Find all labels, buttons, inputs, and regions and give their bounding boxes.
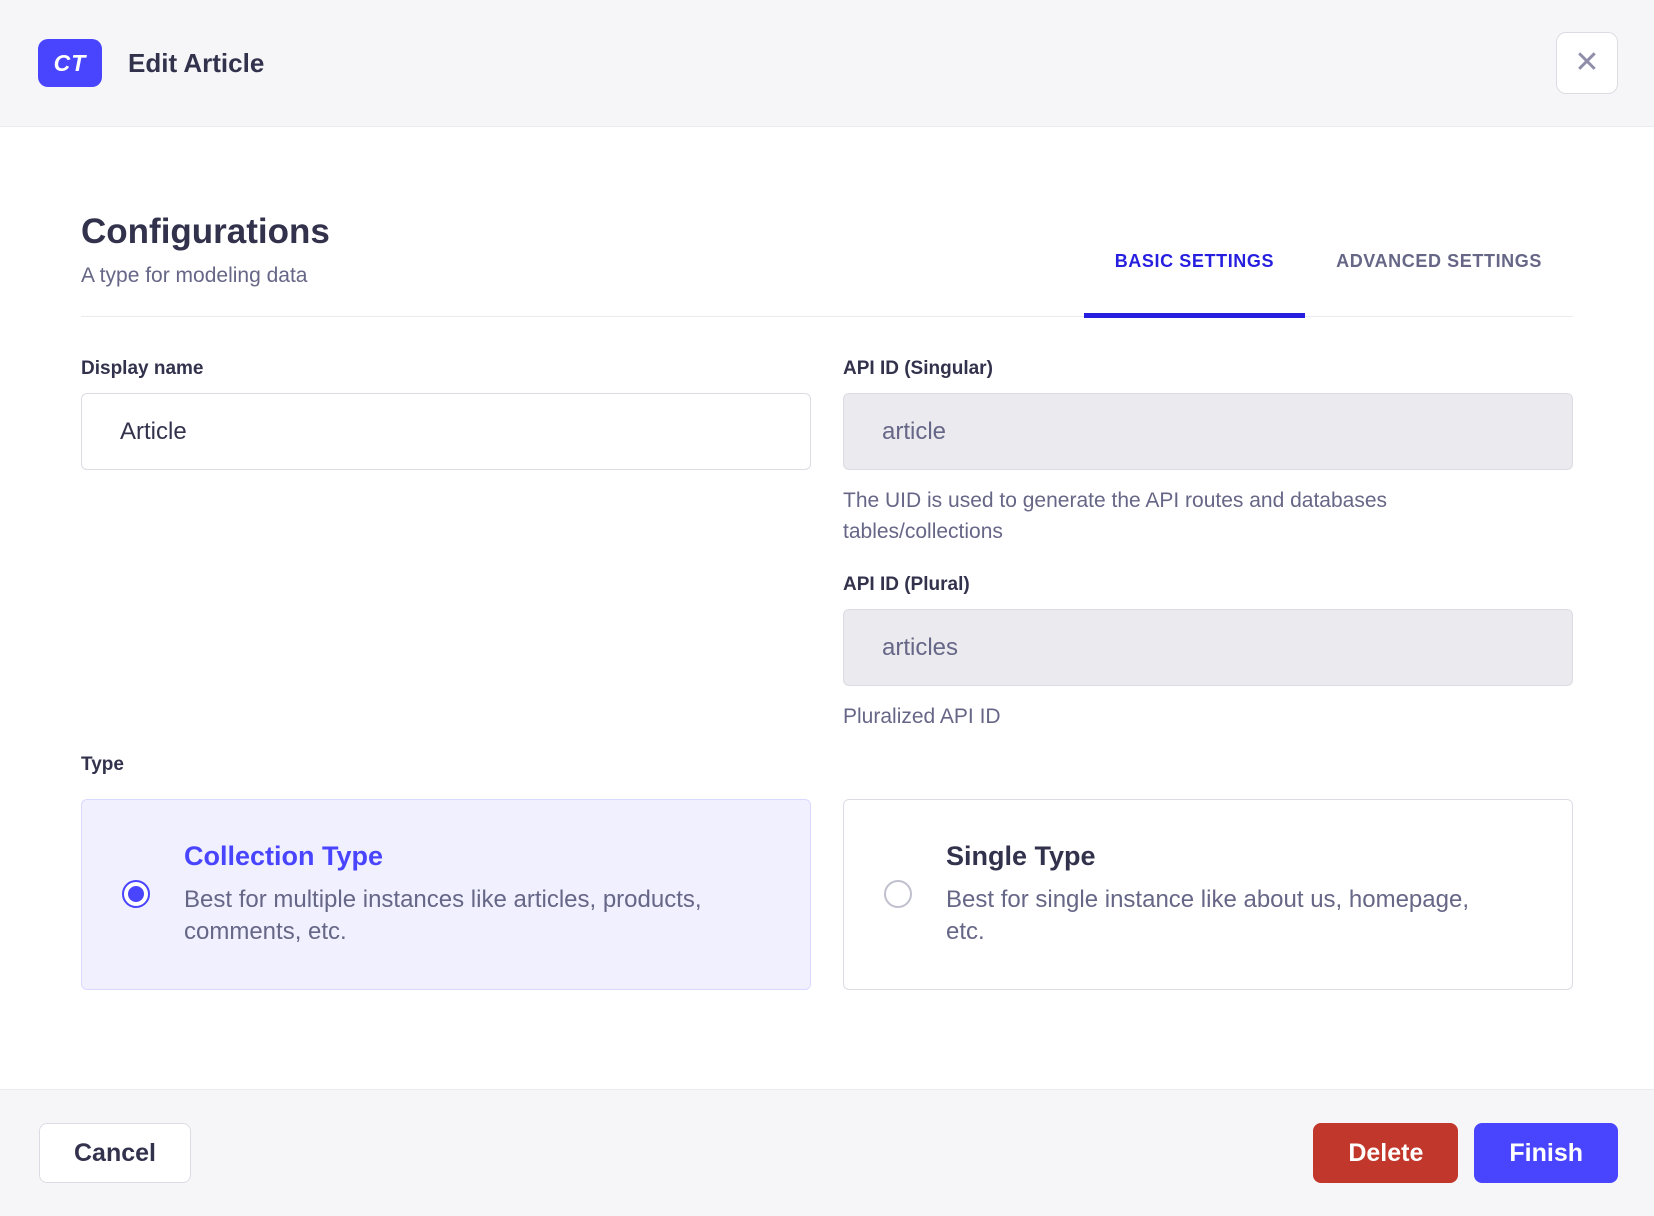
modal-footer: Cancel Delete Finish: [0, 1089, 1654, 1216]
single-type-texts: Single Type Best for single instance lik…: [946, 840, 1506, 949]
close-icon: ✕: [1574, 46, 1600, 79]
finish-button[interactable]: Finish: [1474, 1123, 1618, 1183]
content-type-badge: CT: [38, 39, 102, 87]
display-name-input[interactable]: [81, 393, 811, 471]
section-head: Configurations A type for modeling data …: [81, 211, 1573, 319]
single-type-description: Best for single instance like about us, …: [946, 885, 1469, 946]
type-section: Type Collection Type Best for multiple i…: [81, 753, 1573, 990]
api-id-plural-input: [843, 609, 1573, 687]
api-id-plural-hint: Pluralized API ID: [843, 705, 1001, 729]
api-id-plural-field-group: API ID (Plural) Pluralized API ID: [843, 573, 1573, 732]
display-name-field-group: Display name: [81, 357, 811, 471]
form-column-right: API ID (Singular) The UID is used to gen…: [843, 357, 1573, 732]
tab-basic-settings[interactable]: BASIC SETTINGS: [1083, 251, 1306, 319]
page-subtitle: A type for modeling data: [81, 264, 308, 287]
form-column-left: Display name: [81, 357, 811, 732]
footer-action-group: Delete Finish: [1313, 1123, 1618, 1183]
single-type-title: Single Type: [946, 840, 1096, 871]
api-id-singular-label: API ID (Singular): [843, 358, 993, 380]
type-cards: Collection Type Best for multiple instan…: [81, 798, 1573, 990]
delete-button[interactable]: Delete: [1313, 1123, 1459, 1183]
section-titles: Configurations A type for modeling data: [81, 211, 330, 316]
radio-selected-icon[interactable]: [122, 880, 150, 909]
cancel-button[interactable]: Cancel: [39, 1123, 191, 1183]
modal-header: CT Edit Article ✕: [0, 0, 1654, 127]
api-id-singular-input: [843, 393, 1573, 471]
api-id-singular-field-group: API ID (Singular) The UID is used to gen…: [843, 357, 1573, 547]
radio-unselected-icon[interactable]: [884, 880, 912, 909]
collection-type-texts: Collection Type Best for multiple instan…: [184, 840, 744, 949]
single-type-option[interactable]: Single Type Best for single instance lik…: [843, 798, 1573, 990]
settings-tabs: BASIC SETTINGS ADVANCED SETTINGS: [1083, 251, 1573, 319]
edit-content-type-modal: CT Edit Article ✕ Configurations A type …: [0, 0, 1654, 1216]
api-id-plural-label: API ID (Plural): [843, 574, 970, 596]
collection-type-description: Best for multiple instances like article…: [184, 885, 702, 946]
page-title: Configurations: [81, 212, 330, 251]
tab-advanced-settings[interactable]: ADVANCED SETTINGS: [1305, 251, 1573, 316]
configuration-form: Display name API ID (Singular) The UID i…: [81, 357, 1573, 732]
modal-title: Edit Article: [128, 47, 265, 78]
api-id-singular-hint: The UID is used to generate the API rout…: [843, 489, 1388, 543]
collection-type-title: Collection Type: [184, 840, 384, 871]
type-label: Type: [81, 753, 124, 775]
collection-type-option[interactable]: Collection Type Best for multiple instan…: [81, 798, 811, 990]
display-name-label: Display name: [81, 358, 204, 380]
modal-body: Configurations A type for modeling data …: [0, 127, 1654, 1089]
close-button[interactable]: ✕: [1556, 32, 1618, 94]
